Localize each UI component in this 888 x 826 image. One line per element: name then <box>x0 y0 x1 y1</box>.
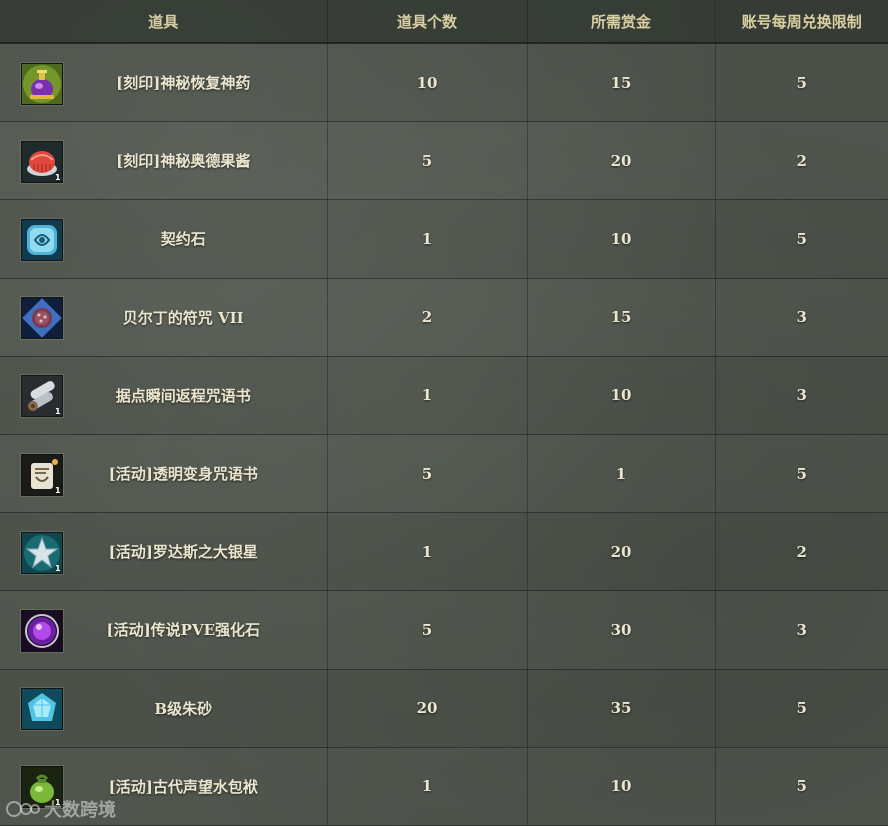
silver-star-icon[interactable]: 1 <box>21 531 63 574</box>
item-quantity: 1 <box>327 199 528 279</box>
item-weekly-limit: 5 <box>715 199 888 279</box>
item-bounty: 10 <box>527 199 716 279</box>
item-quantity: 5 <box>327 590 528 670</box>
item-cell: 契约石 <box>0 199 328 279</box>
transform-scroll-icon[interactable]: 1 <box>21 453 63 496</box>
item-weekly-limit: 5 <box>715 747 888 826</box>
charm-icon[interactable] <box>21 297 63 340</box>
item-cell: 1 [活动]罗达斯之大银星 <box>0 512 328 592</box>
purple-potion-icon[interactable] <box>21 62 63 105</box>
item-bounty: 15 <box>527 43 716 123</box>
scroll-icon[interactable]: 1 <box>21 375 63 418</box>
item-quantity: 1 <box>327 512 528 592</box>
item-cell: [活动]传说PVE强化石 <box>0 590 328 670</box>
table-row: 1 [活动]透明变身咒语书 5 1 5 <box>0 434 888 514</box>
item-quantity: 5 <box>327 121 528 201</box>
svg-text:1: 1 <box>55 486 61 495</box>
watermark-text: 大数跨境 <box>44 800 116 821</box>
column-header-limit: 账号每周兑换限制 <box>715 0 888 44</box>
item-bounty: 1 <box>527 434 716 514</box>
table-header-row: 道具 道具个数 所需赏金 账号每周兑换限制 <box>0 0 888 44</box>
item-cell: 1 据点瞬间返程咒语书 <box>0 356 328 435</box>
item-cell: [刻印]神秘恢复神药 <box>0 43 328 123</box>
item-bounty: 30 <box>527 590 716 670</box>
contract-stone-icon[interactable] <box>21 218 63 261</box>
table-row: B级朱砂 20 35 5 <box>0 669 888 748</box>
item-exchange-table: 道具 道具个数 所需赏金 账号每周兑换限制 [刻印]神秘恢复神药 10 15 5 1 [刻… <box>0 0 888 826</box>
watermark: 大数跨境 <box>6 796 116 822</box>
item-cell: 1 [刻印]神秘奥德果酱 <box>0 121 328 201</box>
svg-text:1: 1 <box>55 407 61 416</box>
table-row: 1 [刻印]神秘奥德果酱 5 20 2 <box>0 121 888 201</box>
item-cell: 1 [活动]透明变身咒语书 <box>0 434 328 514</box>
table-row: 贝尔丁的符咒 VII 2 15 3 <box>0 278 888 357</box>
purple-orb-icon[interactable] <box>21 609 63 652</box>
table-body: [刻印]神秘恢复神药 10 15 5 1 [刻印]神秘奥德果酱 5 20 2 契约石 1 10 5 贝尔丁… <box>0 43 888 826</box>
item-bounty: 10 <box>527 747 716 826</box>
item-quantity: 2 <box>327 278 528 357</box>
item-weekly-limit: 5 <box>715 43 888 123</box>
item-weekly-limit: 3 <box>715 278 888 357</box>
red-jelly-icon[interactable]: 1 <box>21 140 63 183</box>
cinnabar-icon[interactable] <box>21 688 63 731</box>
table-row: 契约石 1 10 5 <box>0 199 888 279</box>
watermark-logo-icon <box>6 799 40 819</box>
table-row: 1 据点瞬间返程咒语书 1 10 3 <box>0 356 888 435</box>
svg-text:1: 1 <box>55 173 61 182</box>
item-weekly-limit: 3 <box>715 590 888 670</box>
table-row: 1 [活动]罗达斯之大银星 1 20 2 <box>0 512 888 592</box>
item-bounty: 15 <box>527 278 716 357</box>
item-weekly-limit: 2 <box>715 512 888 592</box>
item-quantity: 20 <box>327 669 528 748</box>
item-weekly-limit: 2 <box>715 121 888 201</box>
item-quantity: 5 <box>327 434 528 514</box>
item-quantity: 10 <box>327 43 528 123</box>
table-row: [刻印]神秘恢复神药 10 15 5 <box>0 43 888 123</box>
item-bounty: 20 <box>527 512 716 592</box>
svg-text:1: 1 <box>55 564 61 573</box>
table-row: [活动]传说PVE强化石 5 30 3 <box>0 590 888 670</box>
column-header-quantity: 道具个数 <box>327 0 528 44</box>
column-header-bounty: 所需赏金 <box>527 0 716 44</box>
item-quantity: 1 <box>327 747 528 826</box>
item-bounty: 35 <box>527 669 716 748</box>
item-bounty: 10 <box>527 356 716 435</box>
item-weekly-limit: 5 <box>715 669 888 748</box>
item-weekly-limit: 3 <box>715 356 888 435</box>
item-bounty: 20 <box>527 121 716 201</box>
table-row: 1 [活动]古代声望水包袱 1 10 5 <box>0 747 888 826</box>
item-quantity: 1 <box>327 356 528 435</box>
column-header-item: 道具 <box>0 0 328 44</box>
item-cell: B级朱砂 <box>0 669 328 748</box>
item-cell: 贝尔丁的符咒 VII <box>0 278 328 357</box>
item-weekly-limit: 5 <box>715 434 888 514</box>
